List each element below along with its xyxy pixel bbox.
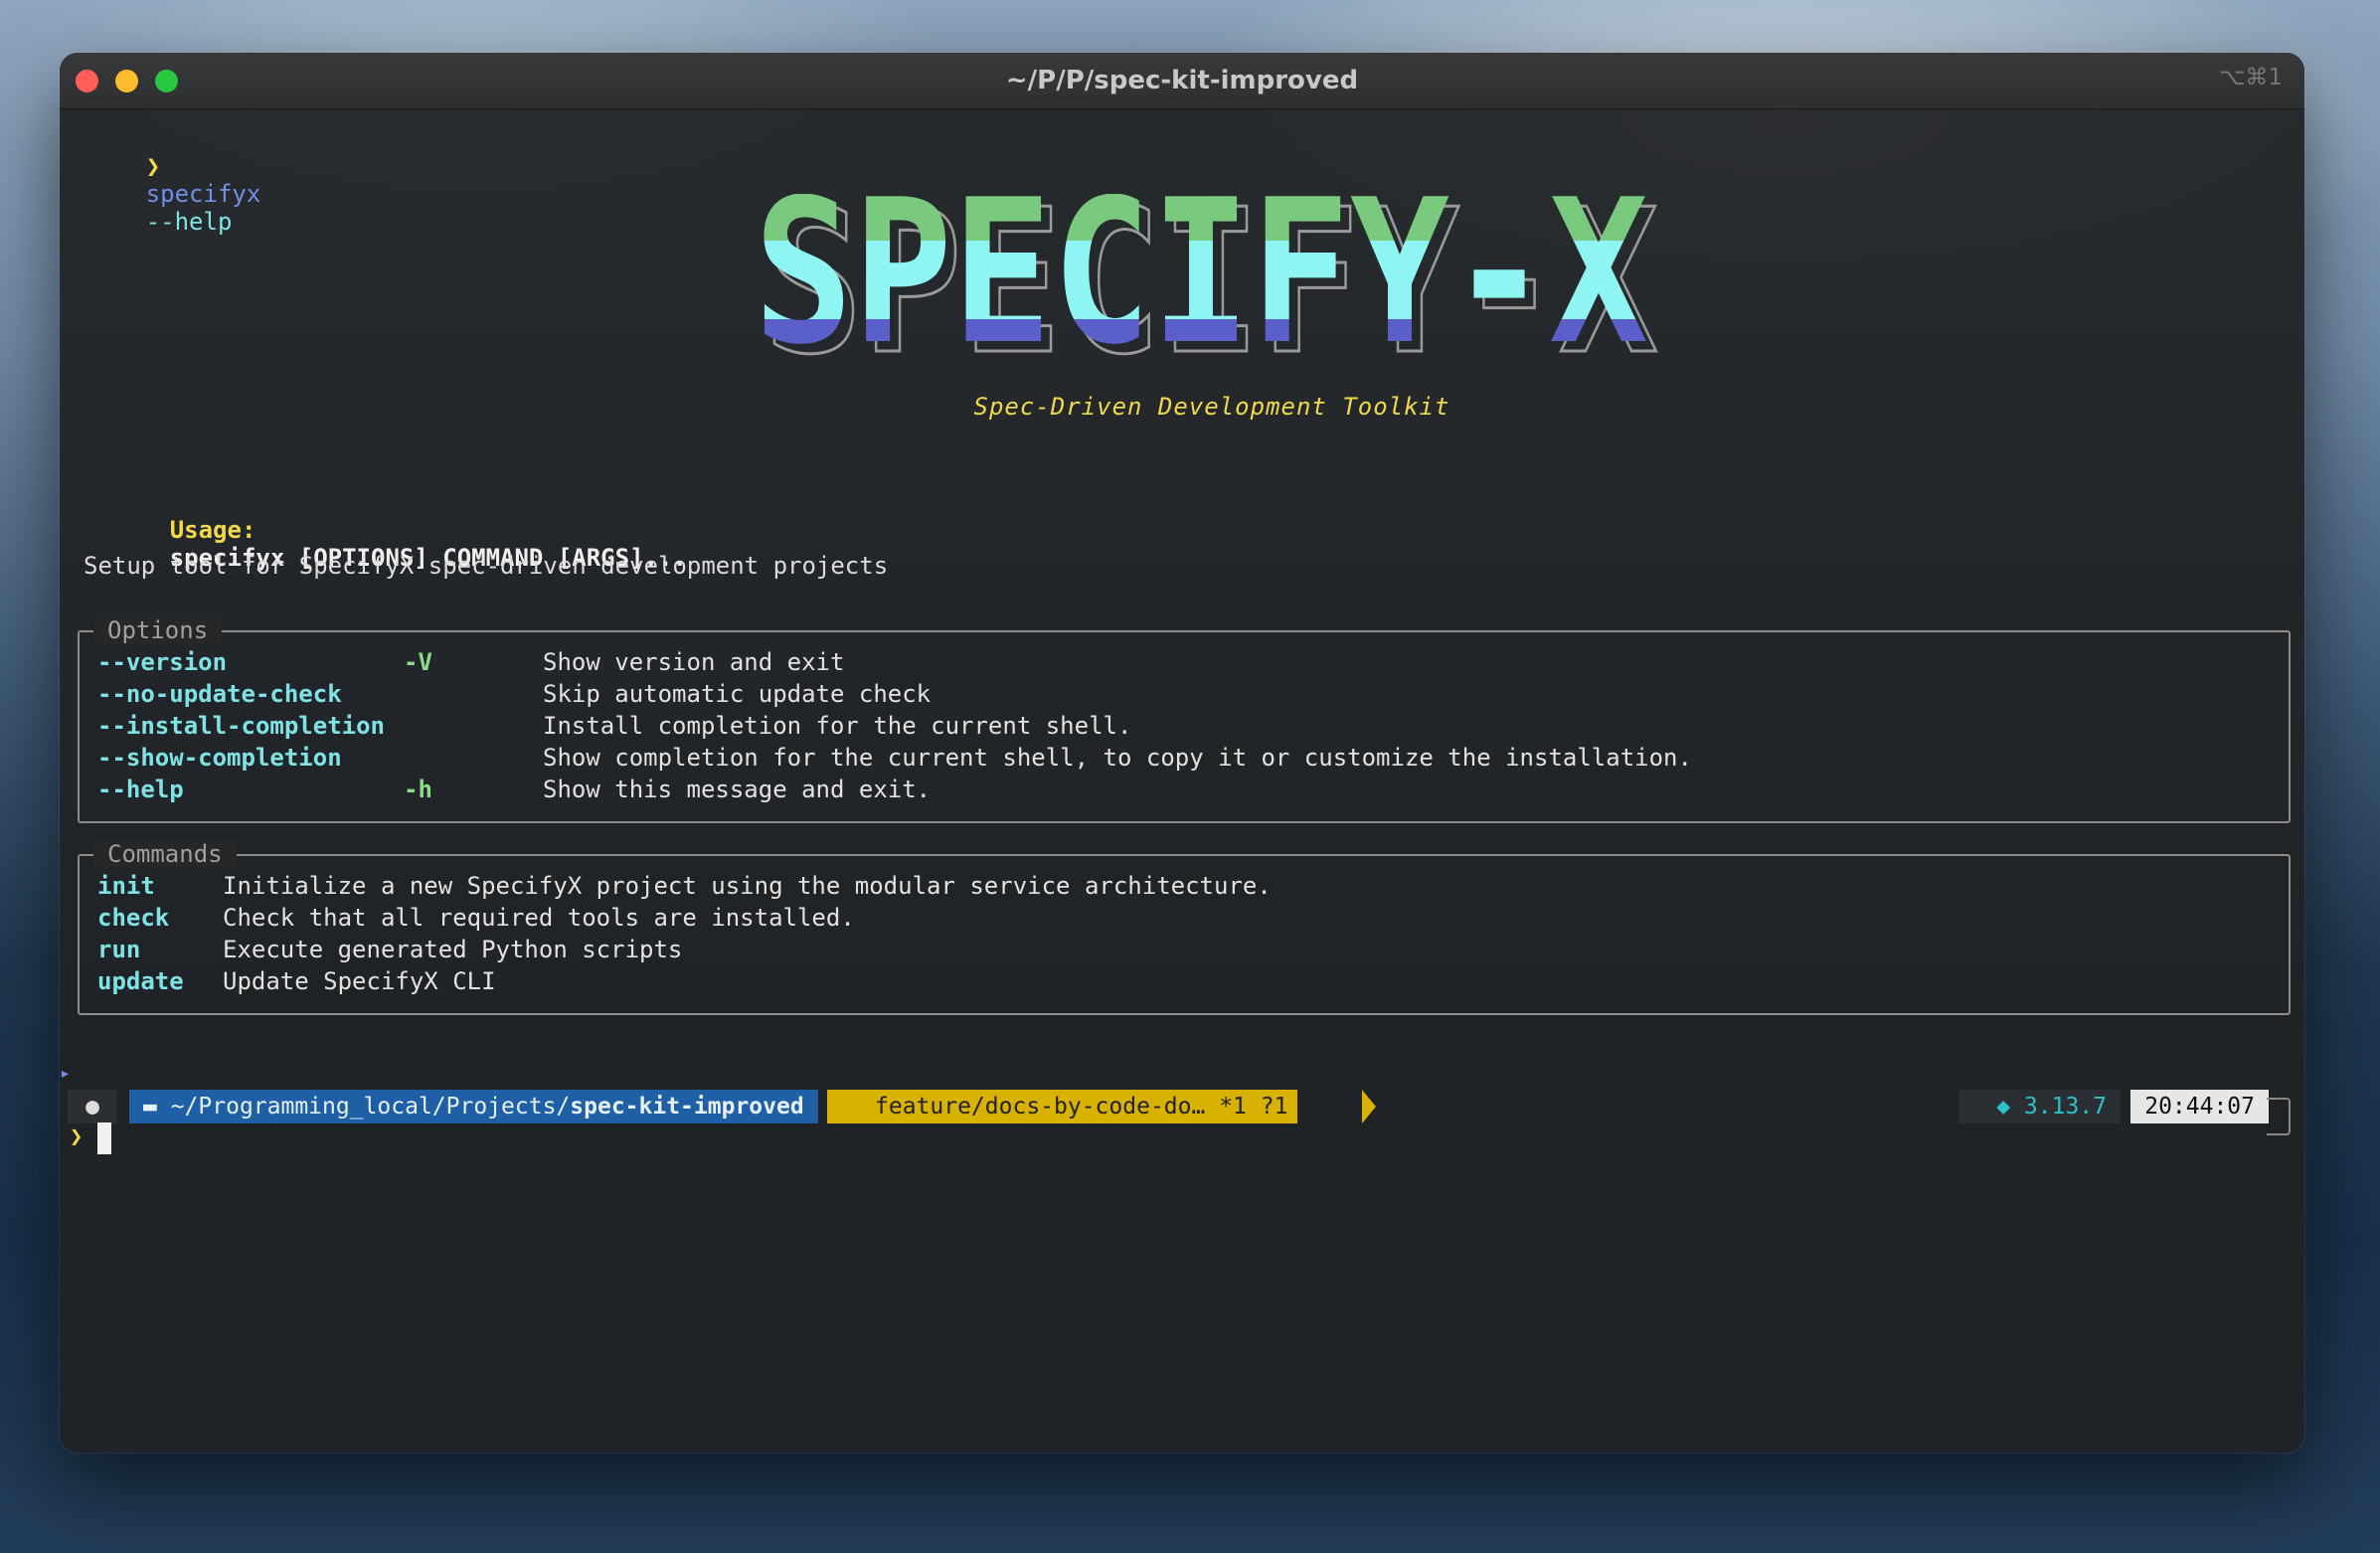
option-flag: --show-completion	[97, 744, 342, 772]
command-program: specifyx	[145, 180, 261, 208]
time-segment: 20:44:07	[2130, 1090, 2269, 1123]
option-description: Show this message and exit.	[543, 776, 932, 803]
logo-text: SPECIFY-X	[754, 194, 1648, 383]
command-line: ❯ specifyx --help	[60, 124, 261, 263]
text-cursor[interactable]	[97, 1122, 111, 1154]
option-flag: --no-update-check	[97, 680, 342, 708]
tab-shortcut: ⌥⌘1	[2218, 65, 2283, 90]
command-row: run Execute generated Python scripts	[97, 936, 2265, 965]
command-name: check	[97, 904, 170, 932]
specify-x-logo: SPECIFY-X SPECIFY-X	[754, 194, 1660, 383]
option-short-flag: -h	[404, 776, 432, 803]
usage-label: Usage:	[169, 516, 256, 544]
option-description: Show completion for the current shell, t…	[543, 744, 1692, 772]
commands-panel: Commands init Initialize a new SpecifyX p…	[78, 840, 2291, 1015]
second-prompt-glyph: ❯	[70, 1124, 84, 1149]
option-flag: --install-completion	[97, 712, 385, 740]
command-description: Initialize a new SpecifyX project using …	[223, 872, 1272, 900]
command-row: update Update SpecifyX CLI	[97, 967, 2265, 997]
command-row: check Check that all required tools are i…	[97, 904, 2265, 934]
option-row: --help -h Show this message and exit.	[97, 776, 2265, 805]
git-status: *1 ?1	[1219, 1094, 1288, 1120]
apple-icon: ●	[68, 1090, 117, 1123]
prompt-glyph: ❯	[145, 152, 161, 180]
command-description: Update SpecifyX CLI	[223, 967, 496, 995]
command-name: init	[97, 872, 155, 900]
terminal-content[interactable]: ❯ specifyx --help SPECIFY-X SPECIFY-X Sp…	[60, 108, 2304, 1453]
option-row: --show-completion Show completion for the…	[97, 744, 2265, 774]
title-bar: ~/P/P/spec-kit-improved ⌥⌘1	[60, 53, 2304, 109]
commands-panel-title: Commands	[93, 840, 237, 868]
path-current: spec-kit-improved	[570, 1094, 804, 1120]
option-description: Skip automatic update check	[543, 680, 932, 708]
description: Setup tool for SpecifyX spec-driven deve…	[84, 552, 889, 580]
git-segment-end	[1362, 1090, 1376, 1123]
terminal-window: ~/P/P/spec-kit-improved ⌥⌘1 ❯ specifyx -…	[60, 53, 2304, 1453]
path-prefix: ~/Programming_local/Projects/	[170, 1094, 571, 1120]
prompt-frame-corner	[2267, 1098, 2291, 1135]
command-description: Check that all required tools are instal…	[223, 904, 855, 932]
option-row: --no-update-check Skip automatic update c…	[97, 680, 2265, 710]
python-version: 3.13.7	[2023, 1094, 2107, 1120]
options-panel-title: Options	[93, 616, 223, 644]
command-args: --help	[145, 208, 233, 236]
command-row: init Initialize a new SpecifyX project us…	[97, 872, 2265, 902]
window-title: ~/P/P/spec-kit-improved	[1005, 66, 1359, 95]
git-segment: feature/docs-by-code-do… *1 ?1	[827, 1090, 1298, 1123]
option-description: Show version and exit	[543, 648, 845, 676]
option-short-flag: -V	[404, 648, 432, 676]
option-flag: --version	[97, 648, 228, 676]
python-segment: ◆ 3.13.7	[1958, 1090, 2121, 1123]
path-segment: ▬ ~/Programming_local/Projects/spec-kit-…	[129, 1090, 818, 1123]
option-row: --install-completion Install completion f…	[97, 712, 2265, 742]
prompt-marker-icon: ▸	[60, 1063, 71, 1084]
folder-icon: ▬	[143, 1094, 171, 1120]
command-name: update	[97, 967, 184, 995]
python-icon: ◆	[1996, 1094, 2024, 1120]
option-flag: --help	[97, 776, 184, 803]
command-name: run	[97, 936, 141, 963]
banner-tagline: Spec-Driven Development Toolkit	[973, 393, 1450, 421]
option-description: Install completion for the current shell…	[543, 712, 1132, 740]
options-panel: Options --version -V Show version and exit…	[78, 616, 2291, 823]
usage-line: Usage: specifyx [OPTIONS] COMMAND [ARGS]…	[84, 488, 687, 600]
option-row: --version -V Show version and exit	[97, 648, 2265, 678]
git-branch: feature/docs-by-code-do…	[875, 1094, 1206, 1120]
command-description: Execute generated Python scripts	[223, 936, 683, 963]
